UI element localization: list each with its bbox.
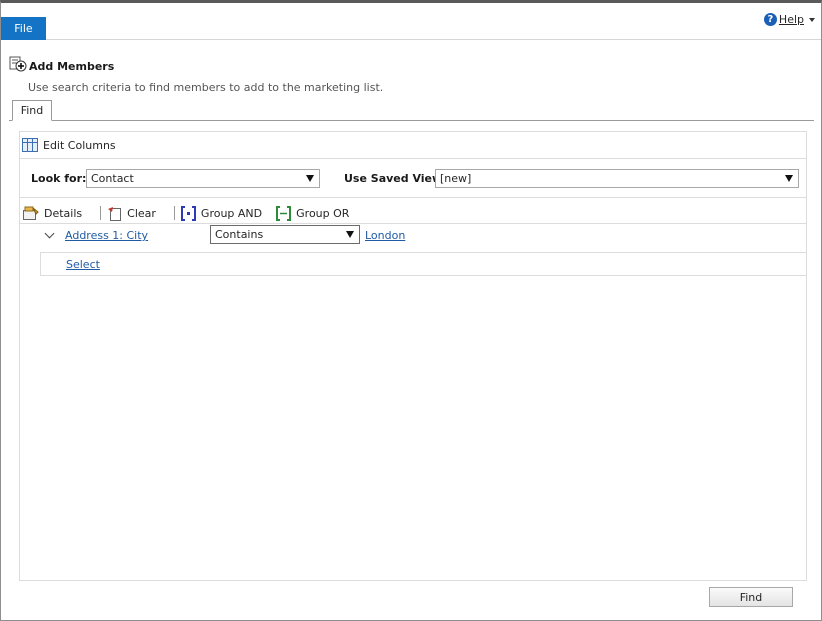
saved-view-select[interactable]: [new] [435, 169, 799, 188]
find-button[interactable]: Find [709, 587, 793, 607]
edit-columns-button[interactable]: Edit Columns [22, 138, 116, 152]
select-field-row: Select [40, 252, 806, 276]
grid-columns-icon [22, 138, 38, 152]
help-icon: ? [763, 13, 777, 26]
divider [20, 197, 806, 198]
find-panel: Edit Columns Look for: Contact Use Saved… [19, 131, 807, 581]
look-for-select[interactable]: Contact [86, 169, 320, 188]
chevron-down-icon [809, 17, 815, 22]
find-button-label: Find [739, 590, 763, 604]
tab-find[interactable]: Find [12, 100, 52, 121]
group-and-icon [180, 205, 196, 221]
toolbar-separator [173, 206, 175, 220]
group-or-button[interactable]: Group OR [276, 205, 350, 221]
group-or-label: Group OR [296, 206, 350, 220]
criteria-value-link[interactable]: London [365, 229, 405, 242]
details-button[interactable]: Details [23, 206, 82, 220]
criteria-row: Address 1: City Contains London [40, 224, 806, 250]
tab-strip-divider [9, 120, 814, 121]
dropdown-arrow-icon [785, 175, 793, 182]
toolbar-separator [100, 206, 102, 220]
add-members-icon [9, 56, 27, 72]
page-subtitle: Use search criteria to find members to a… [28, 81, 384, 94]
dropdown-arrow-icon [346, 231, 354, 238]
look-for-label: Look for: [31, 172, 87, 185]
details-icon [23, 206, 39, 220]
dropdown-arrow-icon [306, 175, 314, 182]
criteria-field-link[interactable]: Address 1: City [65, 229, 148, 242]
operator-select[interactable]: Contains [210, 225, 360, 244]
details-label: Details [44, 206, 83, 220]
clear-icon [108, 206, 122, 221]
help-menu[interactable]: ? Help [763, 13, 815, 26]
file-tab[interactable]: File [1, 17, 46, 40]
clear-button[interactable]: Clear [107, 206, 156, 221]
chevron-down-icon[interactable] [44, 228, 55, 239]
select-field-link[interactable]: Select [66, 258, 100, 271]
saved-view-label: Use Saved View: [344, 172, 447, 185]
group-and-button[interactable]: Group AND [180, 205, 263, 221]
operator-value: Contains [215, 228, 264, 241]
ribbon-bar: File ? Help [1, 3, 821, 40]
look-for-value: Contact [91, 172, 134, 185]
group-or-icon [276, 205, 292, 221]
clear-label: Clear [127, 206, 156, 220]
dialog-window: File ? Help Add Members Use search crite… [0, 0, 822, 621]
saved-view-value: [new] [440, 172, 472, 185]
help-label: Help [778, 13, 804, 26]
group-and-label: Group AND [200, 206, 263, 220]
edit-columns-label: Edit Columns [43, 138, 116, 152]
divider [20, 158, 806, 159]
criteria-toolbar: Details Clear Group AND Group OR [20, 202, 806, 224]
page-title: Add Members [29, 60, 115, 73]
